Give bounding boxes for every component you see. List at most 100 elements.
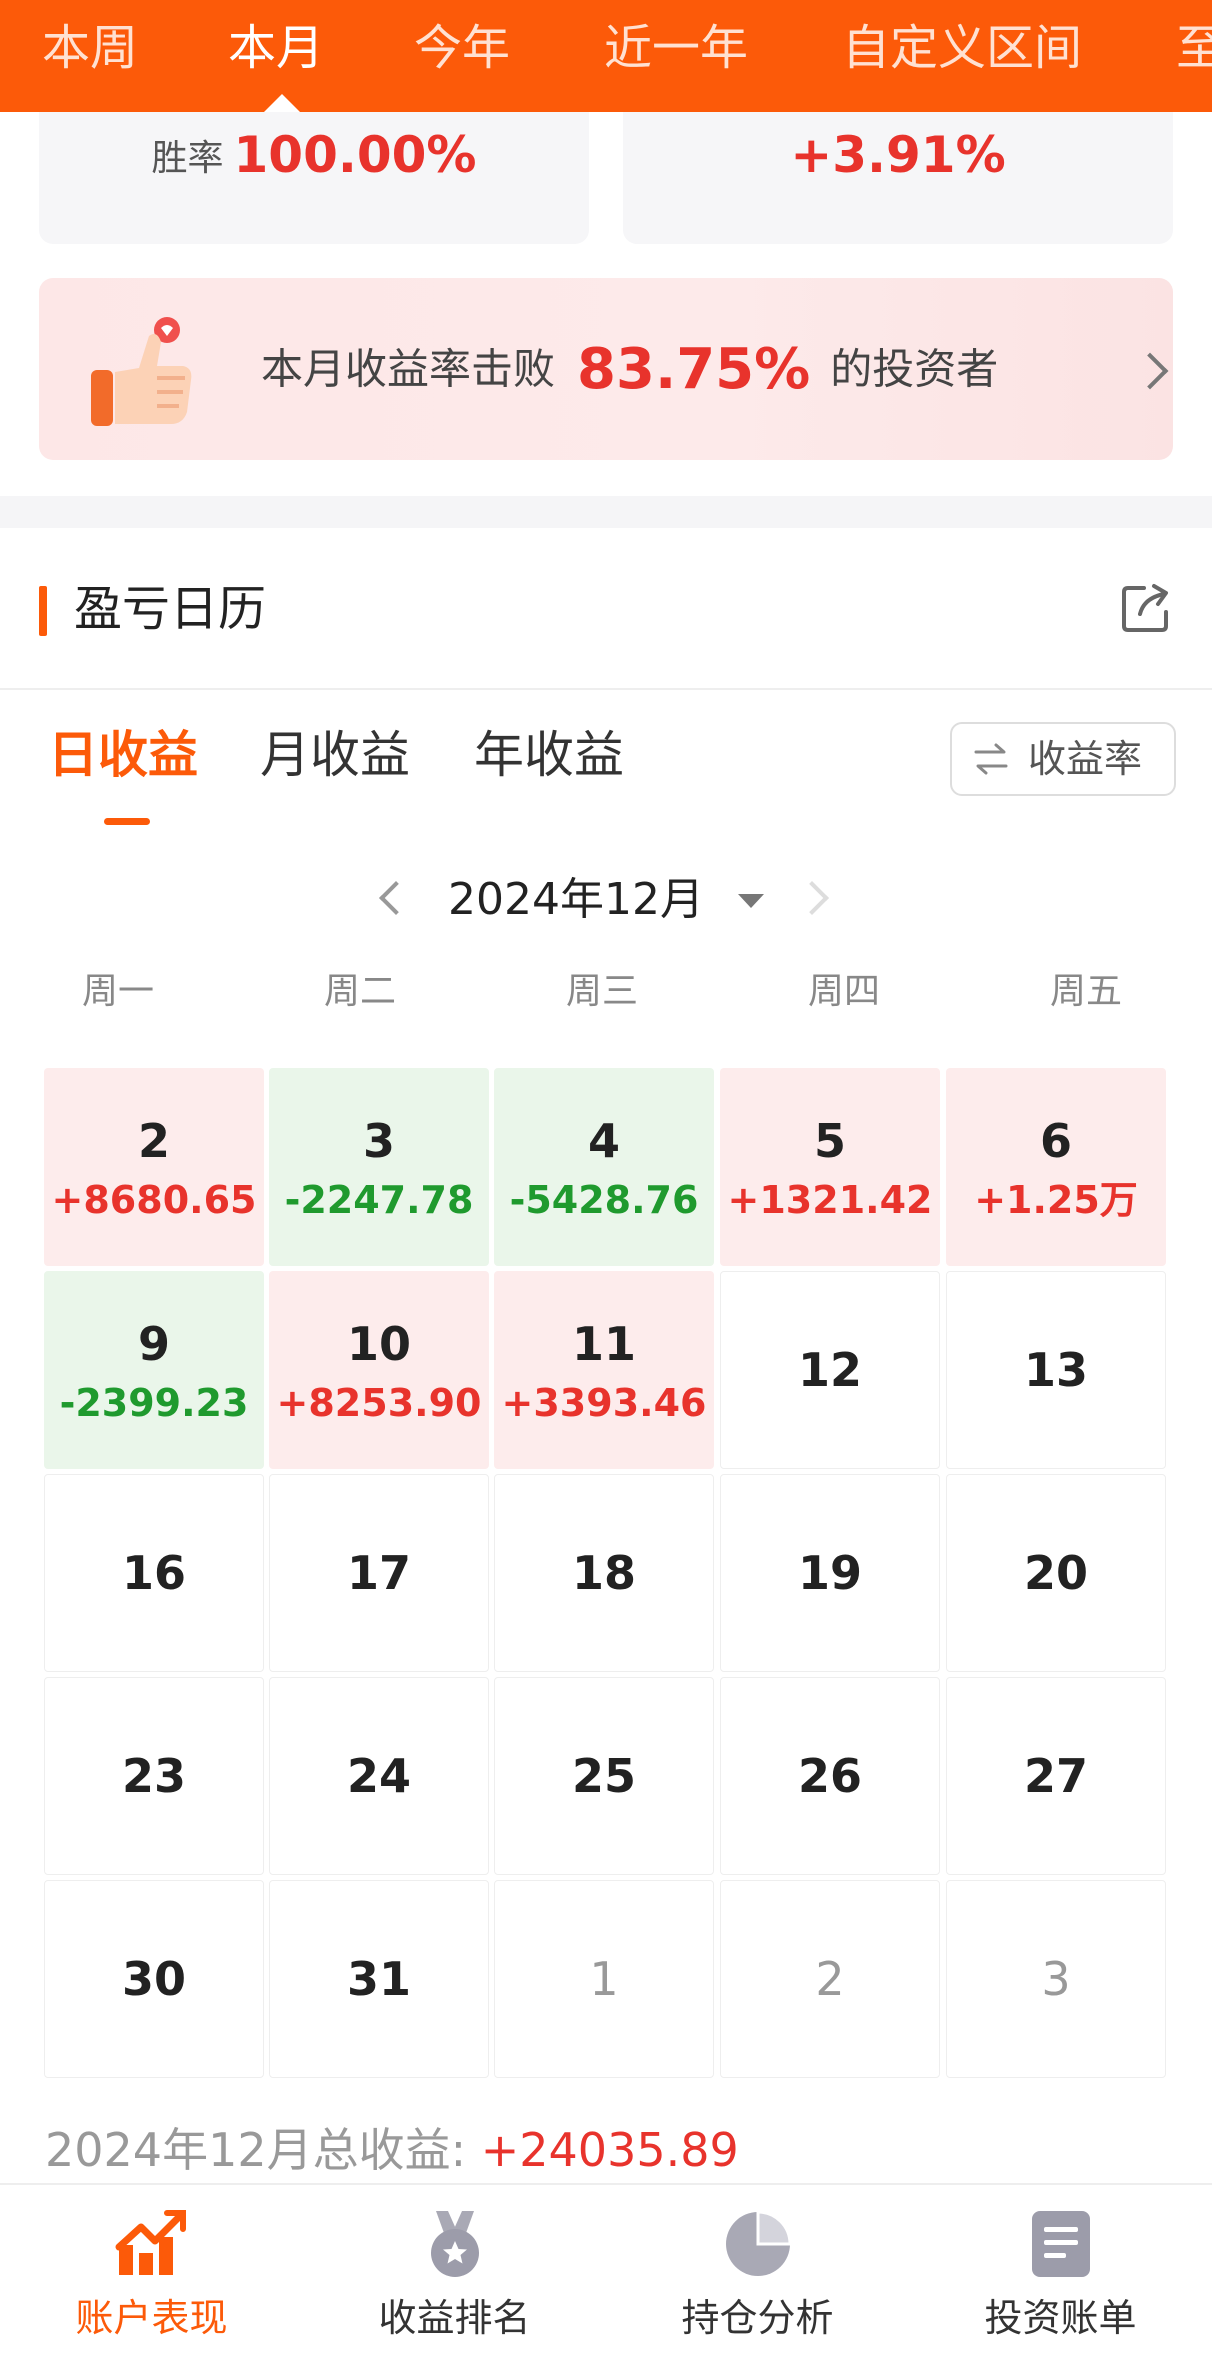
calendar-title: 盈亏日历 — [74, 581, 267, 637]
calendar-day-pnl: +1.25万 — [974, 1178, 1138, 1222]
prev-month-icon[interactable] — [379, 881, 413, 915]
calendar-day-number: 4 — [587, 1114, 620, 1168]
win-rate-value: 100.00% — [233, 126, 477, 184]
calendar-day-cell[interactable]: 24 — [269, 1677, 489, 1875]
nav-label: 账户表现 — [75, 2296, 228, 2340]
calendar-day-number: 30 — [121, 1952, 186, 2006]
calendar-day-number: 12 — [797, 1343, 862, 1397]
calendar-day-cell[interactable]: 26 — [720, 1677, 940, 1875]
tab-yearly-return[interactable]: 年收益 — [474, 720, 624, 790]
calendar-day-number: 11 — [571, 1317, 636, 1371]
summary-area: 胜率 100.00% +3.91% 本月收益率击败 83.75% 的投资者 — [0, 112, 1212, 496]
month-total: 2024年12月总收益: +24035.89 — [45, 2120, 739, 2180]
win-rate-card: 胜率 100.00% — [39, 112, 589, 244]
tab-to[interactable]: 至 — [1176, 18, 1212, 78]
calendar-day-number: 13 — [1023, 1343, 1088, 1397]
calendar-day-number: 17 — [346, 1546, 411, 1600]
title-accent-bar — [39, 586, 47, 636]
calendar-day-number: 5 — [813, 1114, 846, 1168]
month-total-label: 2024年12月总收益: — [45, 2123, 481, 2177]
weekday-mon: 周一 — [81, 971, 154, 1012]
calendar-day-cell[interactable]: 12 — [720, 1271, 940, 1469]
win-rate-label: 胜率 — [151, 138, 224, 179]
nav-label: 收益排名 — [378, 2296, 531, 2340]
weekday-wed: 周三 — [565, 971, 638, 1012]
calendar-day-number: 23 — [121, 1749, 186, 1803]
calendar-day-number: 16 — [121, 1546, 186, 1600]
calendar-day-cell[interactable]: 3 — [946, 1880, 1166, 2078]
active-tab-indicator — [264, 94, 300, 112]
calendar-day-number: 9 — [137, 1317, 170, 1371]
beat-investors-banner[interactable]: 本月收益率击败 83.75% 的投资者 — [39, 278, 1173, 460]
calendar-day-pnl: -2399.23 — [59, 1381, 249, 1425]
nav-holdings-analysis[interactable]: 持仓分析 — [606, 2185, 909, 2359]
share-icon[interactable] — [1118, 580, 1174, 636]
rate-toggle-label: 收益率 — [1028, 737, 1143, 781]
chevron-right-icon — [1131, 352, 1169, 390]
calendar-day-cell[interactable]: 6 +1.25万 — [946, 1068, 1166, 1266]
calendar-day-cell[interactable]: 10 +8253.90 — [269, 1271, 489, 1469]
tab-this-month[interactable]: 本月 — [228, 18, 324, 78]
calendar-day-number: 25 — [571, 1749, 636, 1803]
calendar-day-cell[interactable]: 13 — [946, 1271, 1166, 1469]
calendar-day-cell[interactable]: 27 — [946, 1677, 1166, 1875]
tab-last-year[interactable]: 近一年 — [604, 18, 748, 78]
calendar-day-cell[interactable]: 5 +1321.42 — [720, 1068, 940, 1266]
calendar-day-number: 19 — [797, 1546, 862, 1600]
calendar-day-cell[interactable]: 11 +3393.46 — [494, 1271, 714, 1469]
calendar-day-cell[interactable]: 2 +8680.65 — [44, 1068, 264, 1266]
tab-this-week[interactable]: 本周 — [42, 18, 138, 78]
calendar-day-number: 6 — [1039, 1114, 1072, 1168]
month-total-value: +24035.89 — [480, 2123, 739, 2177]
calendar-day-cell[interactable]: 25 — [494, 1677, 714, 1875]
calendar-day-cell[interactable]: 2 — [720, 1880, 940, 2078]
tab-daily-return[interactable]: 日收益 — [48, 720, 198, 790]
calendar-day-cell[interactable]: 16 — [44, 1474, 264, 1672]
calendar-day-number: 24 — [346, 1749, 411, 1803]
swap-icon — [974, 743, 1008, 775]
tab-this-year[interactable]: 今年 — [414, 18, 510, 78]
return-rate-toggle-button[interactable]: 收益率 — [950, 722, 1176, 796]
calendar-day-pnl: +8680.65 — [51, 1178, 257, 1222]
tab-monthly-return[interactable]: 月收益 — [260, 720, 410, 790]
calendar-day-cell[interactable]: 1 — [494, 1880, 714, 2078]
medal-icon — [431, 2211, 479, 2277]
dropdown-triangle-icon[interactable] — [738, 894, 764, 908]
calendar-day-cell[interactable]: 3 -2247.78 — [269, 1068, 489, 1266]
calendar-day-cell[interactable]: 18 — [494, 1474, 714, 1672]
calendar-day-cell[interactable]: 20 — [946, 1474, 1166, 1672]
calendar-day-number: 18 — [571, 1546, 636, 1600]
nav-account-performance[interactable]: 账户表现 — [0, 2185, 303, 2359]
calendar-day-pnl: +1321.42 — [727, 1178, 933, 1222]
tab-custom-range[interactable]: 自定义区间 — [842, 18, 1082, 78]
calendar-day-cell[interactable]: 30 — [44, 1880, 264, 2078]
calendar-day-cell[interactable]: 4 -5428.76 — [494, 1068, 714, 1266]
calendar-day-cell[interactable]: 19 — [720, 1474, 940, 1672]
calendar-day-cell[interactable]: 17 — [269, 1474, 489, 1672]
beat-prefix-text: 本月收益率击败 — [261, 344, 556, 394]
trend-chart-icon — [115, 2210, 186, 2275]
calendar-day-cell[interactable]: 31 — [269, 1880, 489, 2078]
calendar-day-number: 1 — [589, 1952, 619, 2006]
calendar-header: 盈亏日历 — [0, 528, 1212, 690]
weekday-thu: 周四 — [807, 971, 880, 1012]
return-rate-value: +3.91% — [790, 126, 1006, 184]
nav-investment-bill[interactable]: 投资账单 — [909, 2185, 1212, 2359]
month-label[interactable]: 2024年12月 — [448, 870, 704, 930]
calendar-day-number: 26 — [797, 1749, 862, 1803]
calendar-day-number: 3 — [1041, 1952, 1071, 2006]
calendar-day-pnl: -2247.78 — [284, 1178, 474, 1222]
calendar-day-cell[interactable]: 23 — [44, 1677, 264, 1875]
beat-percent: 83.75% — [577, 336, 811, 402]
calendar-day-number: 3 — [362, 1114, 395, 1168]
bottom-nav: 账户表现 收益排名 持仓分析 投资账单 — [0, 2183, 1212, 2359]
next-month-icon[interactable] — [795, 881, 829, 915]
bill-icon — [1032, 2211, 1090, 2277]
pie-chart-icon — [726, 2210, 792, 2276]
calendar-day-cell[interactable]: 9 -2399.23 — [44, 1271, 264, 1469]
calendar-day-number: 10 — [346, 1317, 411, 1371]
thumbs-up-icon — [91, 317, 192, 426]
nav-return-ranking[interactable]: 收益排名 — [303, 2185, 606, 2359]
pnl-calendar-card: 盈亏日历 日收益 月收益 年收益 收益率 2024年12月 周一 周二 周三 周… — [0, 528, 1212, 2183]
beat-suffix-text: 的投资者 — [830, 344, 999, 394]
